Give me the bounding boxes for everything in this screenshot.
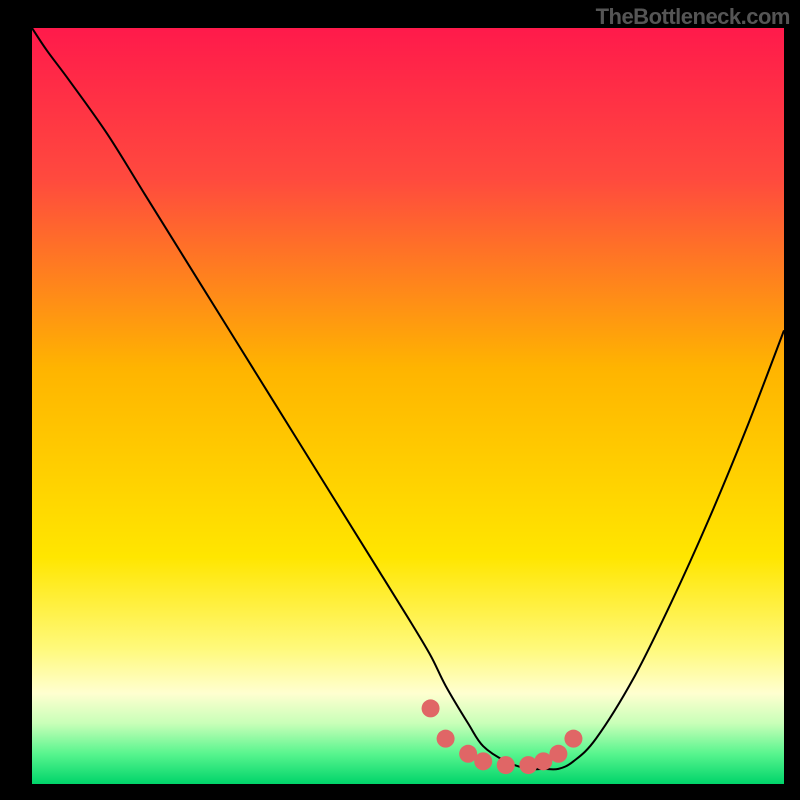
- valley-dot: [422, 699, 440, 717]
- valley-dot: [549, 745, 567, 763]
- chart-background: [32, 28, 784, 784]
- attribution-label: TheBottleneck.com: [596, 4, 790, 30]
- chart-svg: [32, 28, 784, 784]
- valley-dot: [474, 752, 492, 770]
- valley-dot: [497, 756, 515, 774]
- valley-dot: [519, 756, 537, 774]
- bottleneck-plot: [32, 28, 784, 784]
- chart-stage: TheBottleneck.com: [0, 0, 800, 800]
- valley-dot: [437, 730, 455, 748]
- valley-dot: [564, 730, 582, 748]
